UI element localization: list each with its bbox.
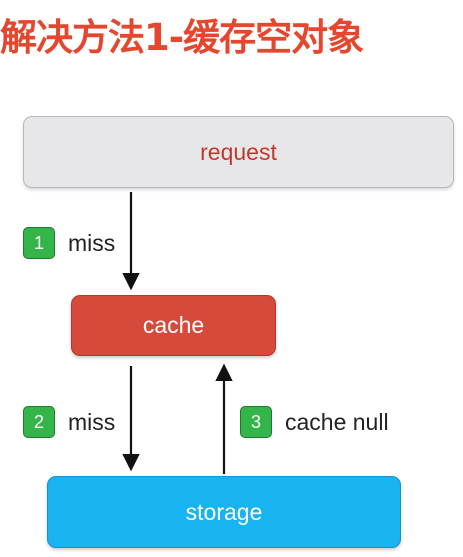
step-2-label: miss — [68, 409, 116, 435]
step-2-badge: 2 — [23, 406, 55, 438]
flow-arrows — [122, 192, 233, 474]
step-1-badge: 1 — [23, 227, 55, 259]
step-1-label: miss — [68, 230, 116, 256]
step-3-badge: 3 — [240, 406, 272, 438]
step-3-label: cache null — [285, 409, 389, 435]
